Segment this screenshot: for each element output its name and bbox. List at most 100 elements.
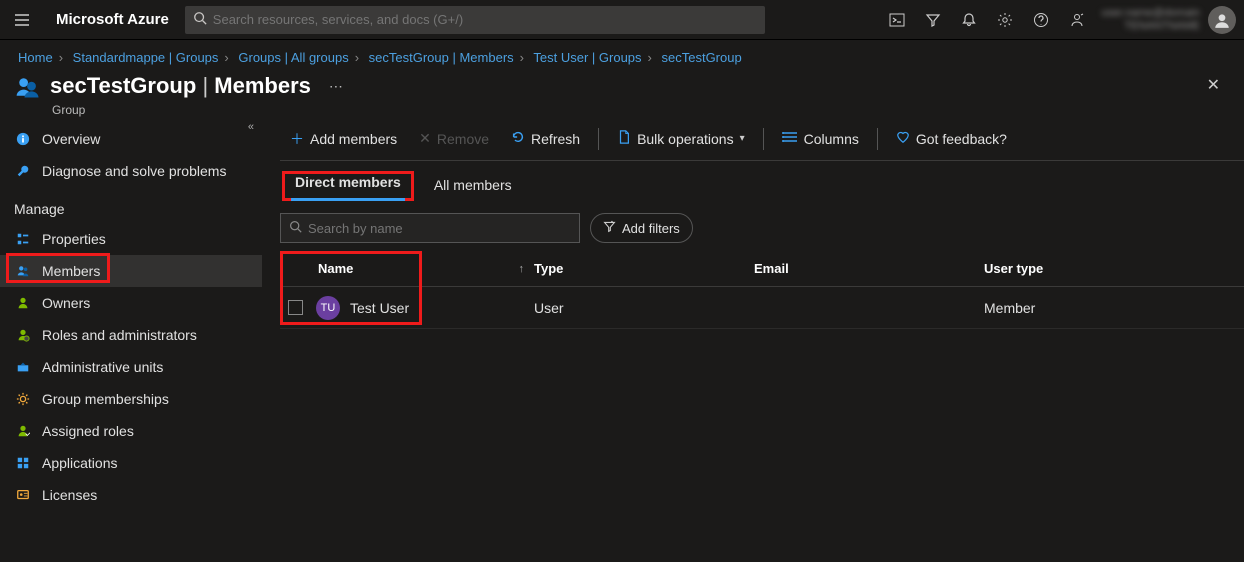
toolbar-separator [763, 128, 764, 150]
column-header-usertype[interactable]: User type [984, 261, 1244, 276]
sidebar-item-licenses[interactable]: Licenses [0, 479, 262, 511]
chevron-down-icon: ▾ [740, 133, 745, 144]
sidebar-section-manage: Manage [0, 187, 262, 223]
columns-button[interactable]: Columns [772, 124, 869, 154]
assigned-roles-icon [14, 424, 32, 438]
heart-icon [896, 130, 910, 147]
row-type: User [534, 300, 754, 316]
account-label: user.name@domainTENANTNAME [1101, 7, 1200, 31]
sidebar-item-label: Properties [42, 231, 106, 247]
wrench-icon [14, 164, 32, 178]
search-by-name-input[interactable] [308, 221, 571, 236]
row-usertype: Member [984, 300, 1244, 316]
sidebar-item-roles[interactable]: Roles and administrators [0, 319, 262, 351]
user-avatar-icon: TU [316, 296, 340, 320]
search-icon [289, 220, 302, 236]
breadcrumb-item[interactable]: secTestGroup [662, 50, 742, 65]
brand-label: Microsoft Azure [56, 11, 169, 28]
collapse-sidebar-icon[interactable]: « [248, 121, 254, 133]
breadcrumb-item[interactable]: Test User | Groups [533, 50, 641, 65]
owners-icon [14, 296, 32, 310]
sidebar-item-label: Roles and administrators [42, 327, 197, 343]
feedback-person-icon[interactable] [1059, 0, 1095, 40]
info-icon [14, 132, 32, 146]
breadcrumb-item[interactable]: Standardmappe | Groups [73, 50, 219, 65]
sidebar-item-members[interactable]: Members [0, 255, 262, 287]
sidebar-item-owners[interactable]: Owners [0, 287, 262, 319]
help-icon[interactable] [1023, 0, 1059, 40]
filter-icon[interactable] [915, 0, 951, 40]
close-blade-icon[interactable]: ✕ [1207, 75, 1220, 95]
tab-all-members[interactable]: All members [430, 171, 516, 201]
refresh-button[interactable]: Refresh [501, 124, 590, 154]
top-bar: Microsoft Azure user.name@domainTENANTNA… [0, 0, 1244, 40]
sidebar-item-properties[interactable]: Properties [0, 223, 262, 255]
sort-arrow-icon[interactable]: ↑ [519, 263, 525, 275]
notifications-icon[interactable] [951, 0, 987, 40]
filter-icon [603, 220, 616, 236]
global-search[interactable] [185, 6, 765, 34]
apps-icon [14, 456, 32, 470]
properties-icon [14, 232, 32, 246]
sidebar-item-admin-units[interactable]: Administrative units [0, 351, 262, 383]
plus-icon: ＋ [290, 129, 304, 149]
search-by-name[interactable] [280, 213, 580, 243]
hamburger-menu-icon[interactable] [8, 12, 36, 28]
search-icon [193, 11, 207, 28]
gear-icon [14, 392, 32, 406]
sidebar-item-label: Owners [42, 295, 90, 311]
column-header-type[interactable]: Type [534, 261, 754, 276]
page-header: secTestGroup | Members ⋯ ✕ [0, 69, 1244, 105]
table-row[interactable]: TU Test User User Member [280, 287, 1244, 329]
main-panel: ＋ Add members ✕ Remove Refresh Bulk oper… [262, 117, 1244, 559]
sidebar-item-applications[interactable]: Applications [0, 447, 262, 479]
row-name: Test User [350, 300, 409, 316]
filter-row: Add filters [280, 213, 1244, 243]
breadcrumb-item[interactable]: Groups | All groups [238, 50, 348, 65]
content-area: « Overview Diagnose and solve problems M… [0, 117, 1244, 559]
licenses-icon [14, 488, 32, 502]
feedback-button[interactable]: Got feedback? [886, 124, 1017, 154]
toolbar-separator [877, 128, 878, 150]
sidebar-item-label: Licenses [42, 487, 97, 503]
more-actions-icon[interactable]: ⋯ [329, 78, 345, 95]
remove-button: ✕ Remove [409, 124, 499, 154]
sidebar-item-label: Applications [42, 455, 118, 471]
row-checkbox[interactable] [288, 300, 303, 315]
page-title: secTestGroup | Members [50, 73, 311, 99]
breadcrumb-item[interactable]: secTestGroup | Members [369, 50, 514, 65]
columns-icon [782, 130, 798, 147]
settings-gear-icon[interactable] [987, 0, 1023, 40]
refresh-icon [511, 130, 525, 147]
sidebar-item-overview[interactable]: Overview [0, 123, 262, 155]
member-tabs: Direct members All members [280, 171, 1244, 201]
sidebar-item-label: Members [42, 263, 100, 279]
sidebar-item-assigned-roles[interactable]: Assigned roles [0, 415, 262, 447]
x-icon: ✕ [419, 130, 431, 147]
group-icon [14, 73, 42, 101]
global-search-input[interactable] [213, 12, 757, 27]
sidebar-item-label: Group memberships [42, 391, 169, 407]
sidebar-item-diagnose[interactable]: Diagnose and solve problems [0, 155, 262, 187]
toolbar-separator [598, 128, 599, 150]
avatar-icon[interactable] [1208, 6, 1236, 34]
cloud-shell-icon[interactable] [879, 0, 915, 40]
sidebar-item-group-memberships[interactable]: Group memberships [0, 383, 262, 415]
sidebar-item-label: Diagnose and solve problems [42, 163, 226, 179]
document-icon [617, 130, 631, 147]
sidebar: « Overview Diagnose and solve problems M… [0, 117, 262, 559]
account-area[interactable]: user.name@domainTENANTNAME [1101, 6, 1236, 34]
page-subtitle: Group [52, 103, 1244, 117]
bulk-operations-button[interactable]: Bulk operations ▾ [607, 124, 755, 154]
add-filters-button[interactable]: Add filters [590, 213, 693, 243]
breadcrumb-item[interactable]: Home [18, 50, 53, 65]
column-header-email[interactable]: Email [754, 261, 984, 276]
sidebar-item-label: Overview [42, 131, 100, 147]
column-header-name[interactable]: Name [318, 261, 353, 276]
roles-admin-icon [14, 328, 32, 342]
members-icon [14, 264, 32, 278]
tab-direct-members[interactable]: Direct members [291, 168, 405, 201]
admin-units-icon [14, 360, 32, 374]
sidebar-item-label: Administrative units [42, 359, 163, 375]
add-members-button[interactable]: ＋ Add members [280, 124, 407, 154]
